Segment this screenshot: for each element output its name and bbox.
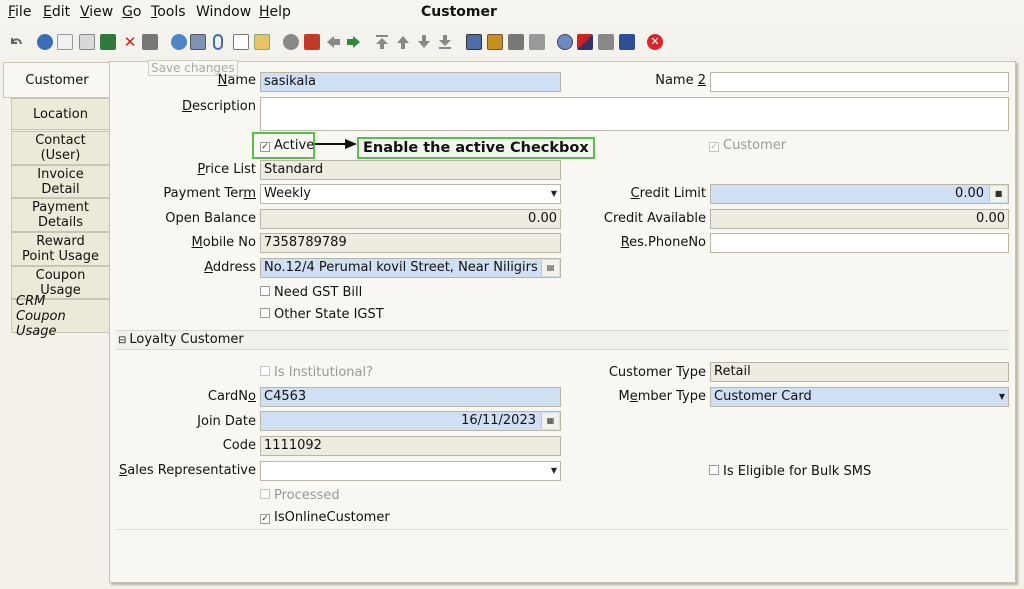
cardno-input[interactable]: C4563: [260, 387, 561, 407]
mobile-no-label: Mobile No: [191, 235, 256, 250]
tab-customer[interactable]: Customer: [3, 62, 110, 98]
callout-arrow: [315, 139, 357, 149]
credit-limit-input[interactable]: 0.00 ■: [710, 184, 1009, 204]
find-icon[interactable]: [190, 34, 206, 50]
credit-available-label: Credit Available: [603, 211, 706, 226]
calculator-icon[interactable]: ■: [989, 186, 1007, 202]
processed-checkbox[interactable]: Processed: [260, 488, 340, 503]
report-icon[interactable]: [466, 34, 482, 50]
tab-contact-user[interactable]: Contact (User): [11, 131, 109, 165]
sales-rep-select[interactable]: ▼: [260, 461, 561, 481]
divider: [116, 529, 1009, 530]
member-type-label: Member Type: [618, 389, 706, 404]
tab-crm-coupon-usage[interactable]: CRM Coupon Usage: [11, 294, 109, 339]
tab-payment-details[interactable]: Payment Details: [11, 198, 109, 232]
join-date-input[interactable]: 16/11/2023 ▦: [260, 411, 561, 431]
res-phone-input[interactable]: [710, 233, 1009, 253]
description-label: Description: [181, 99, 256, 114]
loyalty-section-header[interactable]: ⊟ Loyalty Customer: [116, 330, 1009, 350]
forward-icon[interactable]: [346, 34, 362, 50]
history-icon[interactable]: [254, 34, 270, 50]
bulk-sms-checkbox[interactable]: Is Eligible for Bulk SMS: [709, 464, 871, 479]
is-online-customer-checkbox[interactable]: ✓ IsOnlineCustomer: [260, 510, 390, 525]
chevron-down-icon[interactable]: ▼: [548, 185, 560, 203]
window-title: Customer: [421, 4, 497, 20]
product-info-icon[interactable]: [598, 34, 614, 50]
price-list-field: Standard: [260, 160, 561, 180]
translate-icon[interactable]: [577, 34, 593, 50]
tab-location[interactable]: Location: [11, 98, 109, 130]
code-field: 1111092: [260, 436, 561, 456]
customer-checkbox[interactable]: ✓ Customer: [709, 138, 786, 153]
cardno-label: CardNo: [207, 389, 256, 404]
tab-reward-point-usage[interactable]: Reward Point Usage: [11, 232, 109, 266]
workflow-icon[interactable]: [304, 34, 320, 50]
location-icon[interactable]: ▤: [541, 260, 559, 276]
copy-icon[interactable]: [79, 34, 95, 50]
active-checkbox[interactable]: ✓ Active: [260, 138, 314, 153]
refresh-icon[interactable]: [171, 34, 187, 50]
tab-invoice-detail[interactable]: Invoice Detail: [11, 165, 109, 198]
need-gst-bill-checkbox[interactable]: Need GST Bill: [260, 285, 362, 300]
menu-go[interactable]: Go: [122, 4, 141, 20]
menu-view[interactable]: View: [80, 4, 113, 20]
lock-icon[interactable]: [619, 34, 635, 50]
code-label: Code: [222, 438, 256, 453]
other-state-igst-checkbox[interactable]: Other State IGST: [260, 307, 384, 322]
is-institutional-checkbox[interactable]: Is Institutional?: [260, 365, 373, 380]
delete-icon[interactable]: ✕: [122, 34, 138, 50]
home-icon[interactable]: [283, 34, 299, 50]
payment-term-select[interactable]: Weekly ▼: [260, 184, 561, 204]
join-date-label: Join Date: [197, 414, 256, 429]
menu-window[interactable]: Window: [196, 4, 251, 20]
print-setup-icon[interactable]: [529, 34, 545, 50]
print-icon[interactable]: [508, 34, 524, 50]
last-icon[interactable]: [437, 34, 453, 50]
customer-type-field: Retail: [710, 362, 1009, 382]
name2-input[interactable]: [710, 72, 1009, 92]
name2-label: Name 2: [655, 73, 706, 88]
menu-help[interactable]: Help: [259, 4, 291, 20]
chevron-down-icon[interactable]: ▼: [548, 462, 560, 480]
address-label: Address: [204, 260, 256, 275]
menu-bar: File Edit View Go Tools Window Help Cust…: [0, 0, 1024, 26]
next-icon[interactable]: [416, 34, 432, 50]
address-input[interactable]: No.12/4 Perumal kovil Street, Near Nilig…: [260, 258, 561, 278]
calendar-icon[interactable]: ▦: [541, 413, 559, 429]
first-icon[interactable]: [374, 34, 390, 50]
credit-limit-label: Credit Limit: [630, 186, 706, 201]
chevron-down-icon[interactable]: ▼: [996, 388, 1008, 406]
price-list-label: Price List: [197, 162, 256, 177]
open-balance-label: Open Balance: [165, 211, 256, 226]
menu-file[interactable]: File: [8, 4, 31, 20]
menu-edit[interactable]: Edit: [43, 4, 70, 20]
end-icon[interactable]: ✕: [647, 34, 663, 50]
name-label: Name: [217, 73, 256, 88]
res-phone-label: Res.PhoneNo: [620, 235, 706, 250]
customer-type-label: Customer Type: [608, 365, 706, 380]
mobile-no-field: 7358789789: [260, 233, 561, 253]
new-icon[interactable]: [57, 34, 73, 50]
open-balance-field: 0.00: [260, 209, 561, 229]
undo-icon[interactable]: [8, 34, 24, 50]
collapse-icon[interactable]: ⊟: [118, 335, 126, 346]
archive-icon[interactable]: [487, 34, 503, 50]
save-icon[interactable]: [100, 34, 116, 50]
description-input[interactable]: [260, 97, 1009, 131]
name-input[interactable]: sasikala: [260, 72, 561, 92]
attachment-icon[interactable]: [213, 34, 223, 50]
menu-tools[interactable]: Tools: [151, 4, 186, 20]
zoom-icon[interactable]: [557, 34, 573, 50]
payment-term-label: Payment Term: [163, 186, 256, 201]
previous-icon[interactable]: [395, 34, 411, 50]
sales-rep-label: Sales Representative: [119, 463, 256, 478]
chat-icon[interactable]: [233, 34, 249, 50]
help-icon[interactable]: [37, 34, 53, 50]
print-preview-icon[interactable]: [142, 34, 158, 50]
member-type-select[interactable]: Customer Card ▼: [710, 387, 1009, 407]
back-icon[interactable]: [325, 34, 341, 50]
annotation-callout: Enable the active Checkbox: [357, 137, 595, 159]
credit-available-field: 0.00: [710, 209, 1009, 229]
